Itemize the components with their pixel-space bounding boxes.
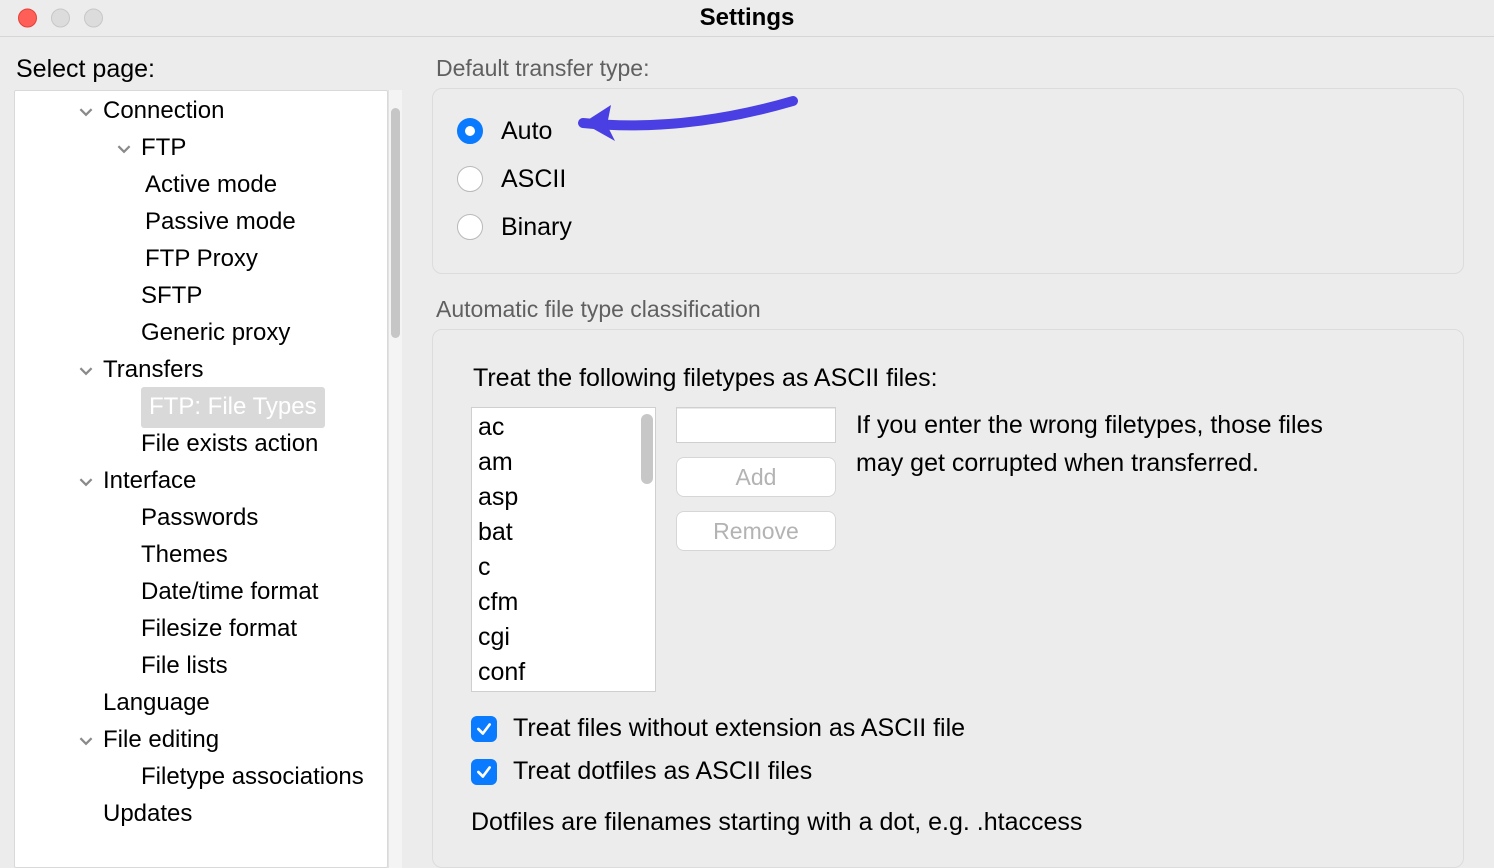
- window-title: Settings: [0, 4, 1494, 32]
- minimize-icon[interactable]: [51, 9, 70, 28]
- settings-window: Settings Select page: Connection FTP Act…: [0, 0, 1494, 868]
- dotfiles-note: Dotfiles are filenames starting with a d…: [471, 808, 1425, 837]
- radio-binary-label: Binary: [501, 213, 572, 242]
- tree-item-sftp[interactable]: SFTP: [15, 278, 387, 315]
- tree-label: Filesize format: [141, 611, 297, 647]
- tree-label: Active mode: [145, 167, 277, 203]
- tree-label: File lists: [141, 648, 228, 684]
- list-item[interactable]: ac: [478, 410, 649, 445]
- tree-label: Interface: [103, 463, 196, 499]
- tree-label: Passwords: [141, 500, 258, 536]
- tree-item-generic-proxy[interactable]: Generic proxy: [15, 315, 387, 352]
- remove-button[interactable]: Remove: [676, 511, 836, 551]
- chevron-down-icon: [75, 360, 97, 382]
- close-icon[interactable]: [18, 9, 37, 28]
- tree-label: SFTP: [141, 278, 202, 314]
- tree-item-language[interactable]: Language: [15, 685, 387, 722]
- add-button[interactable]: Add: [676, 457, 836, 497]
- tree-item-interface[interactable]: Interface: [15, 463, 387, 500]
- transfer-type-group-title: Default transfer type:: [436, 55, 1464, 82]
- radio-auto-label: Auto: [501, 117, 552, 146]
- corruption-hint: If you enter the wrong filetypes, those …: [856, 407, 1376, 482]
- checkbox-noext[interactable]: [471, 716, 497, 742]
- chevron-down-icon: [75, 471, 97, 493]
- content-pane: Default transfer type: Auto ASCII Binary: [402, 37, 1494, 868]
- list-item[interactable]: asp: [478, 480, 649, 515]
- tree-item-transfers[interactable]: Transfers: [15, 352, 387, 389]
- tree-label: Themes: [141, 537, 228, 573]
- chevron-down-icon: [75, 730, 97, 752]
- checkbox-noext-label: Treat files without extension as ASCII f…: [513, 714, 965, 743]
- tree-item-file-exists[interactable]: File exists action: [15, 426, 387, 463]
- checkbox-dotfiles-row[interactable]: Treat dotfiles as ASCII files: [471, 757, 1425, 786]
- tree-label: Filetype associations: [141, 759, 364, 795]
- check-icon: [475, 763, 493, 781]
- tree-label: Updates: [103, 796, 192, 832]
- tree-item-themes[interactable]: Themes: [15, 537, 387, 574]
- radio-binary[interactable]: [457, 214, 483, 240]
- tree-item-ftp[interactable]: FTP: [15, 130, 387, 167]
- check-icon: [475, 720, 493, 738]
- transfer-type-panel: Auto ASCII Binary: [432, 88, 1464, 274]
- tree-item-filesize-format[interactable]: Filesize format: [15, 611, 387, 648]
- tree-label: Passive mode: [145, 204, 296, 240]
- tree-item-file-editing[interactable]: File editing: [15, 722, 387, 759]
- list-item[interactable]: bat: [478, 515, 649, 550]
- classification-group-title: Automatic file type classification: [436, 296, 1464, 323]
- tree-item-connection[interactable]: Connection: [15, 93, 387, 130]
- sidebar: Select page: Connection FTP Active mode …: [0, 37, 402, 868]
- tree-label: FTP: [141, 130, 186, 166]
- tree-item-file-lists[interactable]: File lists: [15, 648, 387, 685]
- tree-label: Date/time format: [141, 574, 318, 610]
- list-item[interactable]: am: [478, 445, 649, 480]
- chevron-down-icon: [75, 101, 97, 123]
- titlebar: Settings: [0, 0, 1494, 37]
- radio-ascii-label: ASCII: [501, 165, 566, 194]
- checkbox-noext-row[interactable]: Treat files without extension as ASCII f…: [471, 714, 1425, 743]
- settings-tree[interactable]: Connection FTP Active mode Passive mode …: [14, 90, 388, 868]
- tree-label: Language: [103, 685, 210, 721]
- tree-label: Transfers: [103, 352, 203, 388]
- list-item[interactable]: conf: [478, 655, 649, 690]
- list-item[interactable]: cfm: [478, 585, 649, 620]
- radio-ascii-row[interactable]: ASCII: [457, 155, 1439, 203]
- window-controls: [18, 9, 103, 28]
- tree-label: Connection: [103, 93, 224, 129]
- scrollbar-thumb[interactable]: [391, 108, 400, 338]
- tree-label: File editing: [103, 722, 219, 758]
- classification-instruction: Treat the following filetypes as ASCII f…: [473, 364, 1425, 393]
- listbox-scrollbar-thumb[interactable]: [641, 414, 653, 484]
- tree-item-filetype-assoc[interactable]: Filetype associations: [15, 759, 387, 796]
- tree-label: File exists action: [141, 426, 318, 462]
- sidebar-title: Select page:: [14, 49, 402, 90]
- radio-auto-row[interactable]: Auto: [457, 107, 1439, 155]
- tree-item-passwords[interactable]: Passwords: [15, 500, 387, 537]
- tree-label: FTP Proxy: [145, 241, 258, 277]
- filetypes-listbox[interactable]: ac am asp bat c cfm cgi conf: [471, 407, 656, 692]
- classification-panel: Treat the following filetypes as ASCII f…: [432, 329, 1464, 868]
- filetype-input[interactable]: [676, 407, 836, 443]
- radio-binary-row[interactable]: Binary: [457, 203, 1439, 251]
- checkbox-dotfiles-label: Treat dotfiles as ASCII files: [513, 757, 812, 786]
- list-item[interactable]: c: [478, 550, 649, 585]
- chevron-down-icon: [113, 138, 135, 160]
- zoom-icon[interactable]: [84, 9, 103, 28]
- tree-label: FTP: File Types: [141, 387, 325, 427]
- radio-ascii[interactable]: [457, 166, 483, 192]
- window-body: Select page: Connection FTP Active mode …: [0, 37, 1494, 868]
- tree-item-active-mode[interactable]: Active mode: [15, 167, 387, 204]
- tree-label: Generic proxy: [141, 315, 290, 351]
- list-item[interactable]: cgi: [478, 620, 649, 655]
- checkbox-dotfiles[interactable]: [471, 759, 497, 785]
- tree-item-ftp-file-types[interactable]: FTP: File Types: [15, 389, 387, 426]
- tree-item-passive-mode[interactable]: Passive mode: [15, 204, 387, 241]
- tree-item-ftp-proxy[interactable]: FTP Proxy: [15, 241, 387, 278]
- tree-item-updates[interactable]: Updates: [15, 796, 387, 833]
- radio-auto[interactable]: [457, 118, 483, 144]
- tree-item-date-time-format[interactable]: Date/time format: [15, 574, 387, 611]
- sidebar-scrollbar[interactable]: [388, 90, 402, 868]
